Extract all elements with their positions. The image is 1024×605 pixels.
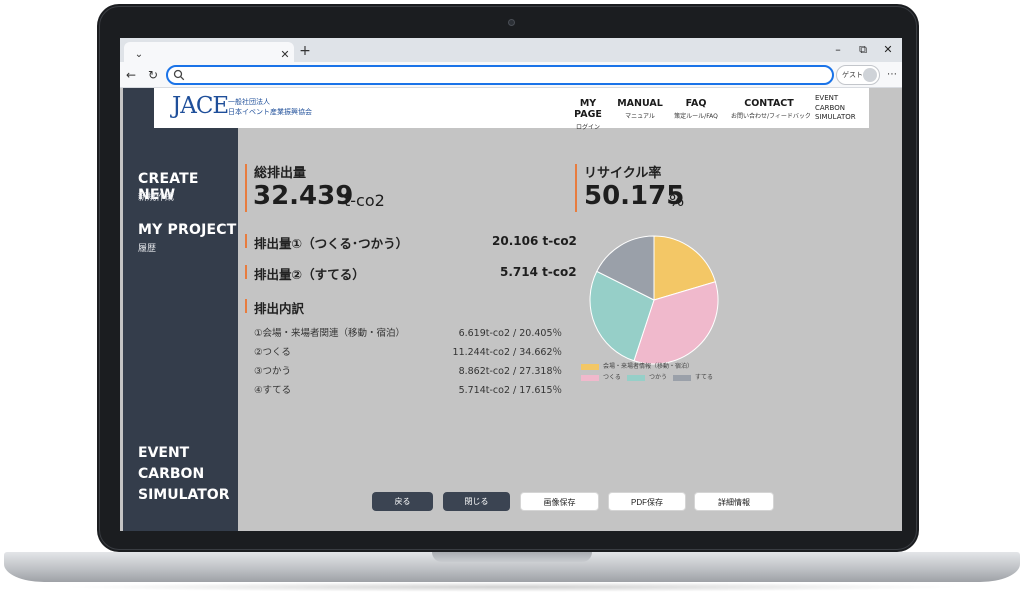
total-emission-unit: t-co2 — [344, 191, 385, 210]
legend-item: 会場・来場者情報（移動・宿泊） — [581, 363, 701, 371]
nav-manual[interactable]: MANUAL マニュアル — [617, 98, 663, 120]
nav-my-page[interactable]: MY PAGE ログイン — [566, 98, 610, 131]
breakdown-item-label: ①会場・来場者関連（移動・宿泊） — [254, 328, 406, 339]
window-close-icon[interactable]: ✕ — [880, 43, 896, 57]
nav-ecs-line: EVENT — [815, 94, 839, 102]
recycle-rate-label: リサイクル率 — [584, 166, 662, 181]
tab-dropdown-icon[interactable]: ⌄ — [130, 48, 148, 62]
accent-bar — [245, 265, 247, 279]
sidebar-app-name: EVENT CARBON SIMULATOR — [138, 443, 230, 506]
details-button[interactable]: 詳細情報 — [694, 492, 774, 511]
address-bar: ← ↻ ゲスト ⋯ — [120, 62, 902, 88]
nav-label: MANUAL — [617, 98, 663, 109]
nav-faq[interactable]: FAQ 策定ルール/FAQ — [669, 98, 723, 120]
recycle-rate-unit: % — [669, 191, 685, 210]
logo-subtitle-line: 一般社団法人 — [228, 98, 270, 106]
breakdown-item-value: 8.862t-co2 / 27.318％ — [458, 366, 562, 377]
accent-bar — [575, 164, 577, 212]
legend-swatch — [581, 364, 599, 370]
url-input[interactable] — [166, 65, 834, 85]
breakdown-item-value: 11.244t-co2 / 34.662％ — [452, 347, 562, 358]
legend-label: すてる — [695, 374, 714, 381]
browser-tab[interactable]: ⌄ ✕ — [124, 42, 294, 62]
total-emission-value: 32.439 — [253, 181, 354, 211]
breakdown-item-label: ④すてる — [254, 385, 292, 396]
total-emission-label: 総排出量 — [254, 166, 307, 181]
sidebar: CREATE NEW 新規作成 MY PROJECT 履歴 EVENT CARB… — [123, 88, 238, 531]
nav-event-carbon-simulator[interactable]: EVENT CARBON SIMULATOR — [815, 94, 856, 123]
legend-label: つかう — [649, 374, 668, 381]
breakdown-item-value: 6.619t-co2 / 20.405％ — [458, 328, 562, 339]
accent-bar — [245, 164, 247, 212]
logo-subtitle-line: 日本イベント産業振興協会 — [228, 108, 312, 116]
nav-ecs-line: CARBON — [815, 103, 845, 112]
sidebar-my-project[interactable]: MY PROJECT — [138, 222, 236, 238]
sidebar-my-project-jp[interactable]: 履歴 — [138, 241, 156, 254]
accent-bar — [245, 234, 247, 248]
search-icon — [173, 69, 185, 81]
nav-sublabel: お問い合わせ/フィードバック — [731, 113, 811, 120]
save-image-button[interactable]: 画像保存 — [520, 492, 599, 511]
nav-label: MY PAGE — [574, 98, 602, 120]
legend-swatch — [673, 375, 691, 381]
browser-tab-bar: ⌄ ✕ + – ⧉ ✕ — [120, 38, 902, 62]
screen: ⌄ ✕ + – ⧉ ✕ ← ↻ ゲスト ⋯ CREATE NEW 新規作成 MY… — [120, 38, 902, 531]
laptop-shadow — [60, 582, 964, 592]
laptop-notch — [432, 552, 592, 562]
sidebar-app-name-line: CARBON — [138, 466, 205, 482]
legend-swatch — [581, 375, 599, 381]
new-tab-icon[interactable]: + — [297, 43, 313, 59]
emission-1-value: 20.106 t-co2 — [492, 234, 577, 248]
sidebar-create-new-jp[interactable]: 新規作成 — [138, 190, 174, 203]
accent-bar — [245, 299, 247, 313]
camera-icon — [508, 19, 515, 26]
tab-close-icon[interactable]: ✕ — [278, 48, 292, 62]
emission-2-label: 排出量②（すてる） — [254, 267, 365, 282]
guest-profile-button[interactable]: ゲスト — [836, 65, 880, 85]
nav-label: FAQ — [685, 98, 707, 109]
save-pdf-button[interactable]: PDF保存 — [608, 492, 686, 511]
restore-icon[interactable]: ⧉ — [855, 43, 871, 57]
legend-swatch — [627, 375, 645, 381]
breakdown-item-label: ②つくる — [254, 347, 291, 358]
site-header: JACE 一般社団法人 日本イベント産業振興協会 MY PAGE ログイン MA… — [154, 88, 869, 131]
page: CREATE NEW 新規作成 MY PROJECT 履歴 EVENT CARB… — [120, 88, 902, 531]
avatar-icon — [863, 68, 877, 82]
nav-sublabel: 策定ルール/FAQ — [674, 113, 718, 120]
back-icon[interactable]: ← — [123, 67, 139, 83]
nav-ecs-line: SIMULATOR — [815, 113, 856, 121]
sidebar-app-name-line: EVENT — [138, 445, 190, 461]
guest-label: ゲスト — [842, 71, 863, 79]
nav-sublabel: ログイン — [575, 124, 600, 131]
emission-1-label: 排出量①（つくる･つかう） — [254, 236, 409, 251]
close-button[interactable]: 閉じる — [443, 492, 510, 511]
nav-label: CONTACT — [744, 98, 794, 109]
minimize-icon[interactable]: – — [830, 43, 846, 57]
breakdown-item-value: 5.714t-co2 / 17.615％ — [458, 385, 562, 396]
legend-label: つくる — [603, 374, 621, 381]
legend-item: つかう — [627, 374, 671, 382]
back-button[interactable]: 戻る — [372, 492, 433, 511]
sidebar-app-name-line: SIMULATOR — [138, 487, 230, 503]
legend-item: つくる — [581, 374, 625, 382]
emission-2-value: 5.714 t-co2 — [500, 265, 577, 279]
breakdown-item-label: ③つかう — [254, 366, 292, 377]
refresh-icon[interactable]: ↻ — [145, 67, 161, 83]
nav-sublabel: マニュアル — [625, 113, 655, 120]
legend-item: すてる — [673, 374, 717, 382]
nav-contact[interactable]: CONTACT お問い合わせ/フィードバック — [731, 98, 811, 120]
jace-logo[interactable]: JACE — [172, 93, 229, 119]
logo-subtitle: 一般社団法人 日本イベント産業振興協会 — [228, 97, 312, 117]
more-icon[interactable]: ⋯ — [885, 67, 899, 83]
legend-label: 会場・来場者情報（移動・宿泊） — [603, 363, 694, 370]
emission-pie-chart — [589, 235, 719, 365]
breakdown-label: 排出内訳 — [254, 301, 305, 316]
